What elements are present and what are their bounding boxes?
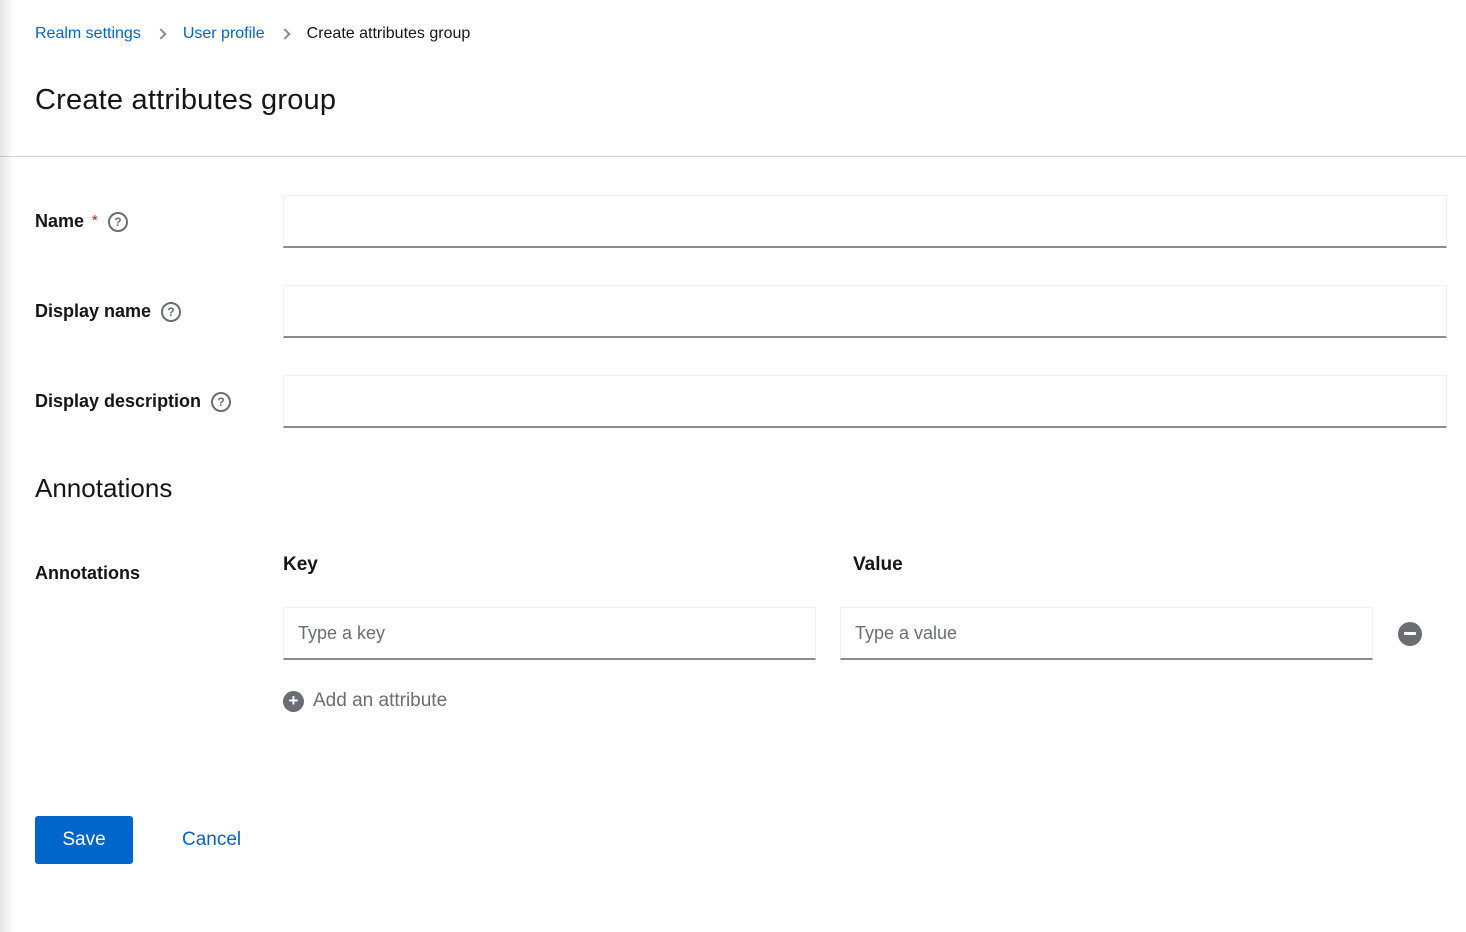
name-field-row: Name * ? [35, 195, 1447, 248]
key-value-headers: Key Value [283, 552, 1447, 578]
name-input[interactable] [283, 195, 1447, 248]
cancel-link[interactable]: Cancel [182, 829, 241, 851]
breadcrumb-current-page: Create attributes group [307, 22, 471, 46]
remove-annotation-button[interactable] [1398, 622, 1422, 646]
display-description-label-group: Display description ? [35, 391, 283, 412]
create-attributes-group-form: Name * ? Display name ? Display descript… [0, 195, 1466, 864]
form-action-group: Save Cancel [35, 816, 1447, 864]
name-label: Name [35, 211, 84, 232]
display-description-label: Display description [35, 391, 201, 412]
key-column-header: Key [283, 552, 816, 578]
question-mark-glyph: ? [167, 305, 174, 319]
annotations-field-row: Annotations Key Value + Add an attribute [35, 552, 1447, 713]
page-header: Realm settings User profile Create attri… [0, 0, 1466, 157]
chevron-right-icon [279, 28, 290, 39]
breadcrumb: Realm settings User profile Create attri… [35, 22, 1447, 46]
annotations-label-group: Annotations [35, 552, 283, 713]
display-name-label-group: Display name ? [35, 301, 283, 322]
help-icon[interactable]: ? [108, 212, 128, 232]
key-value-editor: Key Value + Add an attribute [283, 552, 1447, 713]
help-icon[interactable]: ? [211, 392, 231, 412]
value-column-header: Value [840, 552, 1373, 578]
annotation-value-input[interactable] [840, 607, 1373, 660]
plus-circle-icon: + [283, 691, 304, 712]
add-attribute-button[interactable]: + Add an attribute [283, 689, 447, 713]
required-asterisk: * [92, 212, 98, 229]
question-mark-glyph: ? [217, 395, 224, 409]
minus-icon [1404, 632, 1416, 635]
question-mark-glyph: ? [114, 215, 121, 229]
annotation-row [283, 607, 1447, 660]
display-name-label: Display name [35, 301, 151, 322]
breadcrumb-link-realm-settings[interactable]: Realm settings [35, 22, 141, 46]
annotations-label: Annotations [35, 563, 140, 584]
display-name-field-row: Display name ? [35, 285, 1447, 338]
annotations-section-title: Annotations [35, 472, 1447, 505]
page-title: Create attributes group [35, 82, 1447, 118]
annotation-key-input[interactable] [283, 607, 816, 660]
breadcrumb-link-user-profile[interactable]: User profile [183, 22, 265, 46]
save-button[interactable]: Save [35, 816, 133, 864]
name-label-group: Name * ? [35, 211, 283, 232]
display-name-input[interactable] [283, 285, 1447, 338]
display-description-input[interactable] [283, 375, 1447, 428]
help-icon[interactable]: ? [161, 302, 181, 322]
chevron-right-icon [155, 28, 166, 39]
display-description-field-row: Display description ? [35, 375, 1447, 428]
add-attribute-label: Add an attribute [313, 689, 447, 713]
